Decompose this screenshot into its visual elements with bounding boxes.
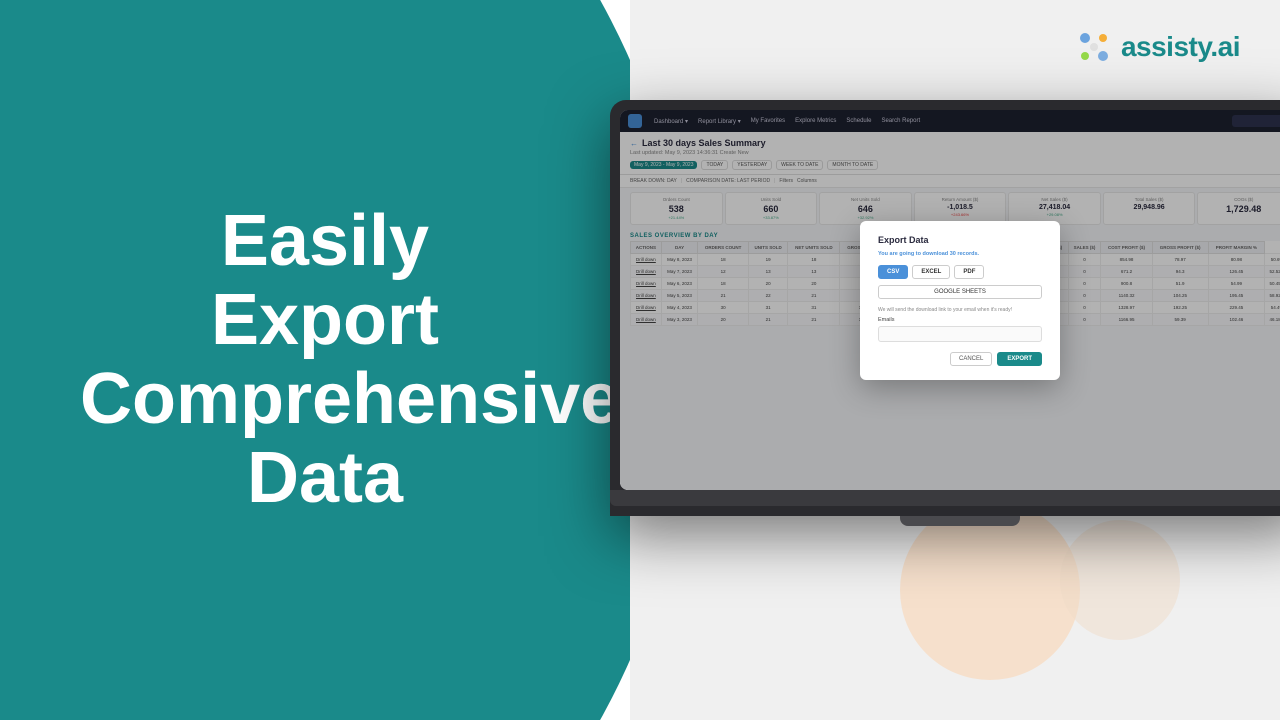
- modal-desc: You are going to download 30 records.: [878, 251, 1042, 257]
- logo-text-ai: .ai: [1210, 31, 1240, 62]
- logo-text: assisty.ai: [1121, 31, 1240, 63]
- export-button[interactable]: EXPORT: [997, 352, 1042, 366]
- modal-overlay: Export Data You are going to download 30…: [620, 110, 1280, 490]
- csv-button[interactable]: CSV: [878, 265, 908, 279]
- logo-icon: [1075, 28, 1113, 66]
- modal-send-description: We will send the download link to your e…: [878, 307, 1042, 313]
- pdf-button[interactable]: PDF: [954, 265, 984, 279]
- format-buttons: CSV EXCEL PDF: [878, 265, 1042, 279]
- google-sheets-button[interactable]: GOOGLE SHEETS: [878, 285, 1042, 299]
- emails-label: Emails: [878, 317, 1042, 323]
- hero-line3: Comprehensive: [80, 360, 570, 439]
- deco-circle-small: [1060, 520, 1180, 640]
- right-section: assisty.ai Dashboard ▾ Report Lib: [630, 0, 1280, 720]
- hero-line1: Easily: [80, 202, 570, 281]
- emails-input[interactable]: [878, 326, 1042, 342]
- page-wrapper: Easily Export Comprehensive Data assisty…: [0, 0, 1280, 720]
- logo-text-assisty: assisty: [1121, 31, 1210, 62]
- laptop-body: Dashboard ▾ Report Library ▾ My Favorite…: [610, 100, 1280, 516]
- hero-text: Easily Export Comprehensive Data: [80, 202, 570, 519]
- laptop-stand: [900, 516, 1020, 526]
- modal-records-label: records.: [957, 251, 979, 257]
- laptop-mockup: Dashboard ▾ Report Library ▾ My Favorite…: [610, 100, 1280, 526]
- modal-title: Export Data: [878, 235, 1042, 245]
- excel-button[interactable]: EXCEL: [912, 265, 950, 279]
- hero-section: Easily Export Comprehensive Data: [0, 0, 630, 720]
- hero-line4: Data: [80, 439, 570, 518]
- laptop-screen: Dashboard ▾ Report Library ▾ My Favorite…: [620, 110, 1280, 490]
- dashboard-ui: Dashboard ▾ Report Library ▾ My Favorite…: [620, 110, 1280, 490]
- hero-line2: Export: [80, 281, 570, 360]
- modal-actions: CANCEL EXPORT: [878, 352, 1042, 366]
- export-modal: Export Data You are going to download 30…: [860, 221, 1060, 380]
- modal-record-count: 30: [950, 251, 956, 257]
- cancel-button[interactable]: CANCEL: [950, 352, 992, 366]
- deco-circle-large: [900, 500, 1080, 680]
- laptop-base: [610, 490, 1280, 506]
- logo-area: assisty.ai: [1075, 28, 1240, 66]
- modal-desc-text: You are going to download: [878, 251, 948, 257]
